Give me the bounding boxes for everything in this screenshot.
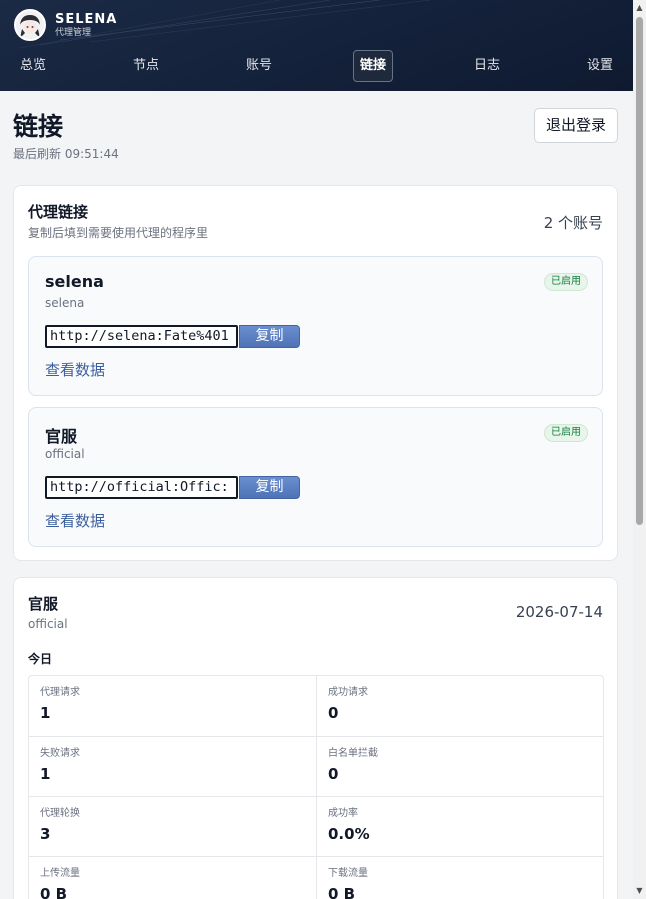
last-refresh-text: 最后刷新 09:51:44 <box>13 147 119 161</box>
status-badge: 已启用 <box>544 424 588 442</box>
stat-value: 0 B <box>40 885 68 899</box>
stats-row: 失败请求 1 白名单拦截 0 <box>29 736 603 796</box>
scroll-thumb[interactable] <box>636 17 643 525</box>
stat-label: 白名单拦截 <box>328 748 378 759</box>
stat-value: 0 B <box>328 885 356 899</box>
card-subtitle: 复制后填到需要使用代理的程序里 <box>28 226 209 240</box>
stat-label: 成功率 <box>328 808 358 819</box>
proxy-url-field[interactable]: http://selena:Fate%401 <box>45 325 238 348</box>
stat-label: 下载流量 <box>328 868 368 879</box>
stat-value: 1 <box>40 704 51 722</box>
stat-proxy-rotations: 代理轮换 3 <box>29 797 316 856</box>
proxy-url-field[interactable]: http://official:Offic: <box>45 476 238 499</box>
account-name: selena <box>45 272 104 291</box>
account-id: official <box>45 447 85 461</box>
stat-label: 代理轮换 <box>40 808 80 819</box>
scroll-down-arrow-icon[interactable]: ▼ <box>633 883 646 899</box>
logout-button[interactable]: 退出登录 <box>534 108 618 143</box>
tab-settings[interactable]: 设置 <box>587 50 613 82</box>
stat-upload-traffic: 上传流量 0 B <box>29 857 316 899</box>
proxy-links-card: 代理链接 复制后填到需要使用代理的程序里 2 个账号 selena selena… <box>13 185 618 561</box>
stats-account-name: 官服 <box>28 595 59 613</box>
stat-value: 1 <box>40 765 51 783</box>
stats-row: 代理轮换 3 成功率 0.0% <box>29 796 603 856</box>
tab-overview[interactable]: 总览 <box>20 50 46 82</box>
stat-value: 0.0% <box>328 825 370 843</box>
stat-value: 0 <box>328 765 339 783</box>
brand-name: SELENA <box>55 11 118 27</box>
stat-success-rate: 成功率 0.0% <box>316 797 603 856</box>
stat-label: 失败请求 <box>40 748 80 759</box>
stat-whitelist-blocked: 白名单拦截 0 <box>316 737 603 796</box>
status-badge: 已启用 <box>544 273 588 291</box>
copy-button[interactable]: 复制 <box>239 476 300 499</box>
stat-label: 上传流量 <box>40 868 80 879</box>
stat-label: 成功请求 <box>328 687 368 698</box>
tab-nodes[interactable]: 节点 <box>133 50 159 82</box>
account-item: 官服 official 已启用 http://official:Offic: 复… <box>28 407 603 547</box>
account-item: selena selena 已启用 http://selena:Fate%401… <box>28 256 603 396</box>
page-title: 链接 <box>13 112 64 141</box>
view-data-link[interactable]: 查看数据 <box>45 510 105 531</box>
stat-success-requests: 成功请求 0 <box>316 676 603 736</box>
view-data-link[interactable]: 查看数据 <box>45 359 105 380</box>
stats-row: 上传流量 0 B 下载流量 0 B <box>29 856 603 899</box>
stat-download-traffic: 下载流量 0 B <box>316 857 603 899</box>
stats-row: 代理请求 1 成功请求 0 <box>29 676 603 736</box>
copy-button[interactable]: 复制 <box>239 325 300 348</box>
stat-proxy-requests: 代理请求 1 <box>29 676 316 736</box>
scroll-up-arrow-icon[interactable]: ▲ <box>633 0 646 16</box>
account-stats-card: 官服 official 2026-07-14 今日 代理请求 1 成功请求 0 … <box>13 577 618 899</box>
tab-logs[interactable]: 日志 <box>474 50 500 82</box>
stat-value: 3 <box>40 825 51 843</box>
brand[interactable]: SELENA 代理管理 <box>14 9 117 41</box>
main-nav: 总览 节点 账号 链接 日志 设置 <box>0 50 633 82</box>
tab-links[interactable]: 链接 <box>353 50 394 82</box>
stats-grid: 代理请求 1 成功请求 0 失败请求 1 白名单拦截 0 代理轮换 3 成功率 … <box>28 675 604 899</box>
brand-subtitle: 代理管理 <box>55 27 92 38</box>
period-label: 今日 <box>28 652 53 666</box>
card-title: 代理链接 <box>28 203 89 221</box>
stat-value: 0 <box>328 704 339 722</box>
stat-label: 代理请求 <box>40 687 80 698</box>
page-scrollbar[interactable]: ▲ ▼ <box>633 0 646 899</box>
tab-accounts[interactable]: 账号 <box>246 50 272 82</box>
account-id: selena <box>45 296 85 310</box>
avatar-logo <box>14 9 46 41</box>
stat-failed-requests: 失败请求 1 <box>29 737 316 796</box>
stats-date: 2026-07-14 <box>515 603 603 621</box>
account-name: 官服 <box>45 427 78 446</box>
app-header: SELENA 代理管理 总览 节点 账号 链接 日志 设置 <box>0 0 633 91</box>
stats-account-id: official <box>28 617 68 631</box>
account-count: 2 个账号 <box>543 214 603 232</box>
